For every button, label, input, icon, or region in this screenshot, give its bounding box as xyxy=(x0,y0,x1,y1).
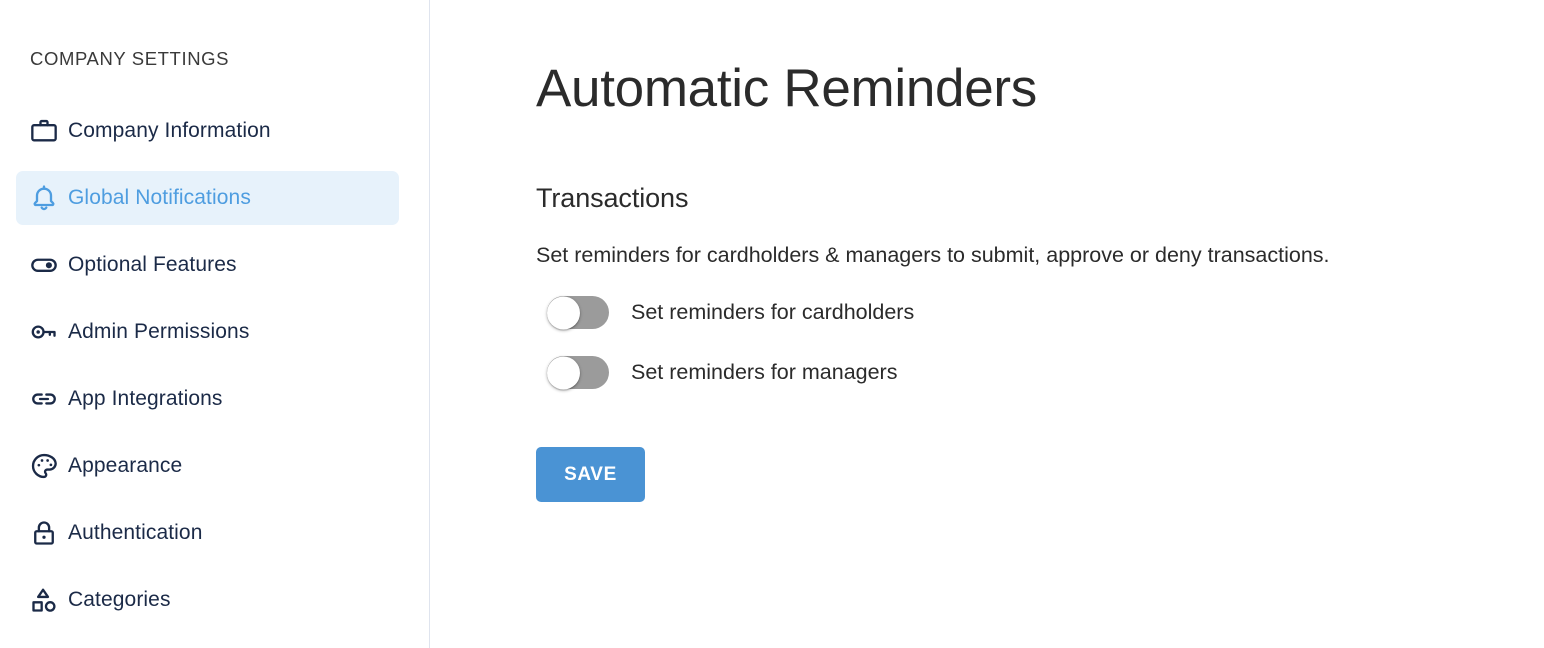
sidebar-item-categories[interactable]: Categories xyxy=(16,573,399,627)
sidebar-item-company-information[interactable]: Company Information xyxy=(16,104,399,158)
settings-page: COMPANY SETTINGS Company Information Glo… xyxy=(0,0,1544,648)
sidebar-item-label: Appearance xyxy=(68,454,183,477)
sidebar-item-authentication[interactable]: Authentication xyxy=(16,506,399,560)
toggle-icon xyxy=(30,251,68,279)
sidebar-item-admin-permissions[interactable]: Admin Permissions xyxy=(16,305,399,359)
toggle-knob xyxy=(547,296,580,329)
save-button[interactable]: SAVE xyxy=(536,447,645,502)
toggle-set-reminders-cardholders[interactable] xyxy=(547,296,609,329)
section-title: Transactions xyxy=(536,183,689,213)
sidebar-item-appearance[interactable]: Appearance xyxy=(16,439,399,493)
toggle-row-cardholders: Set reminders for cardholders xyxy=(547,296,914,329)
sidebar-item-app-integrations[interactable]: App Integrations xyxy=(16,372,399,426)
palette-icon xyxy=(30,452,68,480)
toggle-set-reminders-managers[interactable] xyxy=(547,356,609,389)
sidebar-item-label: Categories xyxy=(68,588,171,611)
toggle-row-managers: Set reminders for managers xyxy=(547,356,897,389)
sidebar-item-label: Admin Permissions xyxy=(68,320,250,343)
section-description: Set reminders for cardholders & managers… xyxy=(536,243,1330,267)
sidebar-title: COMPANY SETTINGS xyxy=(30,48,230,69)
bell-icon xyxy=(30,184,68,212)
briefcase-icon xyxy=(30,117,68,145)
sidebar-nav: Company Information Global Notifications xyxy=(0,104,430,640)
sidebar-item-label: Optional Features xyxy=(68,253,237,276)
page-title: Automatic Reminders xyxy=(536,59,1037,118)
sidebar-item-global-notifications[interactable]: Global Notifications xyxy=(16,171,399,225)
lock-icon xyxy=(30,519,68,547)
toggle-label: Set reminders for managers xyxy=(631,360,898,384)
key-icon xyxy=(30,318,68,346)
toggle-knob xyxy=(547,356,580,389)
link-icon xyxy=(30,385,68,413)
sidebar-item-label: Company Information xyxy=(68,119,271,142)
sidebar-item-optional-features[interactable]: Optional Features xyxy=(16,238,399,292)
main-content: Automatic Reminders Transactions Set rem… xyxy=(430,0,1544,648)
sidebar-item-label: Global Notifications xyxy=(68,186,251,209)
sidebar-item-label: App Integrations xyxy=(68,387,223,410)
toggle-label: Set reminders for cardholders xyxy=(631,300,915,324)
sidebar-item-label: Authentication xyxy=(68,521,203,544)
shapes-icon xyxy=(30,586,68,614)
sidebar: COMPANY SETTINGS Company Information Glo… xyxy=(0,0,430,648)
